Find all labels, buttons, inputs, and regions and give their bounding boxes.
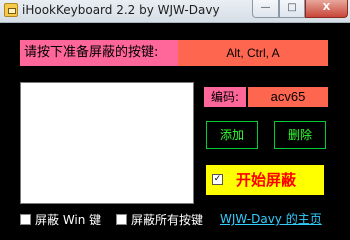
window-title: iHookKeyboard 2.2 by WJW-Davy: [22, 3, 220, 17]
minimize-button[interactable]: —: [252, 0, 279, 18]
title-bar[interactable]: iHookKeyboard 2.2 by WJW-Davy — □ X: [0, 0, 350, 23]
hotkey-display: Alt, Ctrl, A: [178, 40, 328, 66]
keyboard-app-icon: [4, 3, 18, 17]
block-win-key-option[interactable]: 屏蔽 Win 键: [20, 212, 101, 228]
homepage-link[interactable]: WJW-Davy 的主页: [220, 211, 322, 227]
code-value: acv65: [248, 87, 328, 107]
code-label: 编码:: [204, 87, 246, 107]
delete-button[interactable]: 删除: [274, 121, 326, 149]
blocked-keys-list[interactable]: [20, 82, 194, 204]
block-all-keys-label: 屏蔽所有按键: [131, 213, 204, 227]
start-blocking-label: 开始屏蔽: [236, 171, 297, 189]
close-button[interactable]: X: [305, 0, 348, 18]
block-all-keys-option[interactable]: 屏蔽所有按键: [116, 212, 203, 228]
app-window: iHookKeyboard 2.2 by WJW-Davy — □ X 请按下准…: [0, 0, 350, 240]
add-button[interactable]: 添加: [206, 121, 258, 149]
start-blocking-checkbox[interactable]: ✓: [212, 174, 223, 185]
start-blocking-button[interactable]: ✓ 开始屏蔽: [206, 165, 324, 195]
block-all-keys-checkbox[interactable]: [116, 214, 127, 225]
block-win-key-label: 屏蔽 Win 键: [35, 213, 102, 227]
maximize-button[interactable]: □: [279, 0, 305, 18]
hotkey-prompt-label: 请按下准备屏蔽的按键:: [20, 40, 178, 66]
block-win-key-checkbox[interactable]: [20, 214, 31, 225]
